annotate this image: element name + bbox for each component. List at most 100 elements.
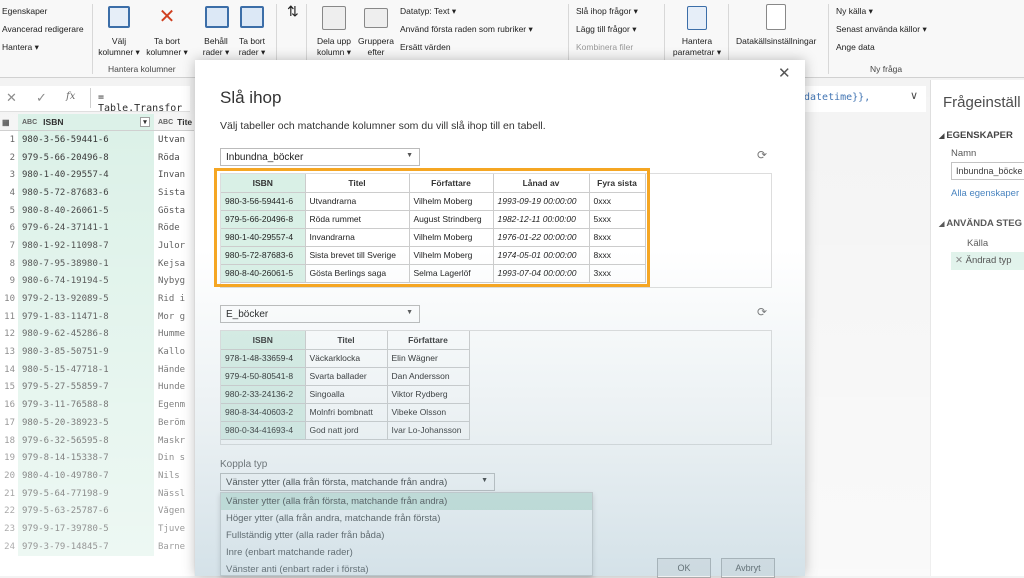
title-cell[interactable]: Invan [154, 170, 194, 180]
alla-egenskaper-link[interactable]: Alla egenskaper [951, 188, 1019, 199]
isbn-cell[interactable]: 980-5-72-87683-6 [18, 184, 154, 202]
egenskaper-button[interactable]: Egenskaper [2, 6, 47, 16]
isbn-cell[interactable]: 979-1-83-11471-8 [18, 307, 154, 326]
preview-refresh-icon[interactable]: ⟳ [757, 148, 767, 162]
isbn-cell[interactable]: 979-8-14-15338-7 [18, 449, 154, 468]
preview-refresh-icon[interactable]: ⟳ [757, 305, 767, 319]
formula-text[interactable]: = Table.Transfor [98, 92, 190, 114]
isbn-cell[interactable]: 979-3-11-76588-8 [18, 396, 154, 414]
title-cell[interactable]: Beröm [154, 418, 194, 428]
ny-kalla-button[interactable]: Ny källa ▾ [836, 6, 873, 17]
ta-bort-rader-button[interactable]: Ta bort rader ▾ [234, 36, 270, 58]
title-cell[interactable]: Nässl [154, 489, 194, 499]
title-cell[interactable]: Nils [154, 471, 194, 481]
isbn-cell[interactable]: 979-9-17-39780-5 [18, 520, 154, 538]
column-header[interactable]: ISBN [221, 331, 306, 350]
isbn-cell[interactable]: 980-1-92-11098-7 [18, 237, 154, 255]
title-cell[interactable]: Barne [154, 542, 194, 552]
valj-kolumner-button[interactable]: Välj kolumner ▾ [98, 36, 140, 58]
title-cell[interactable]: Egenm [154, 400, 194, 410]
step-kalla[interactable]: Källa [967, 238, 988, 249]
anvand-forsta-raden-button[interactable]: Använd första raden som rubriker ▾ [400, 24, 533, 35]
title-cell[interactable]: Nybyg [154, 276, 194, 286]
avancerad-redigerare-button[interactable]: Avancerad redigerare [2, 24, 84, 34]
sort-icon[interactable]: ⇅ [287, 4, 299, 18]
title-cell[interactable]: Mor g [154, 312, 194, 322]
title-cell[interactable]: Röda [154, 153, 194, 163]
cancel-button[interactable]: Avbryt [721, 558, 775, 578]
column-header[interactable]: Titel [305, 331, 388, 350]
ange-data-button[interactable]: Ange data [836, 42, 875, 52]
column-header[interactable]: Författare [387, 331, 470, 350]
isbn-cell[interactable]: 979-3-79-14845-7 [18, 537, 154, 556]
sla-ihop-fragor-button[interactable]: Slå ihop frågor ▾ [576, 6, 638, 17]
senast-anvanda-kallor-button[interactable]: Senast använda källor ▾ [836, 24, 927, 35]
hantera-button[interactable]: Hantera ▾ [2, 42, 39, 53]
isbn-cell[interactable]: 980-3-56-59441-6 [18, 131, 154, 149]
title-cell[interactable]: Maskr [154, 436, 194, 446]
title-cell[interactable]: Kejsa [154, 259, 194, 269]
isbn-cell[interactable]: 979-5-66-20496-8 [18, 148, 154, 167]
gruppera-efter-button[interactable]: Gruppera efter [356, 36, 396, 58]
title-cell[interactable]: Tjuve [154, 524, 194, 534]
join-option[interactable]: Fullständig ytter (alla rader från båda) [221, 527, 592, 544]
kombinera-filer-button[interactable]: Kombinera filer [576, 42, 633, 52]
title-cell[interactable]: Röde [154, 223, 194, 233]
behall-rader-button[interactable]: Behåll rader ▾ [198, 36, 234, 58]
column-header-titel[interactable]: ABC Tite [154, 117, 192, 127]
confirm-formula-icon[interactable]: ✓ [36, 90, 47, 106]
isbn-cell[interactable]: 979-5-27-55859-7 [18, 378, 154, 397]
datatyp-button[interactable]: Datatyp: Text ▾ [400, 6, 456, 17]
isbn-cell[interactable]: 979-5-63-25787-6 [18, 502, 154, 521]
isbn-cell[interactable]: 980-6-74-19194-5 [18, 272, 154, 291]
column-header-isbn[interactable]: ABC ISBN ▾ [18, 114, 154, 130]
isbn-cell[interactable]: 980-5-20-38923-5 [18, 414, 154, 432]
isbn-cell[interactable]: 979-5-64-77198-9 [18, 484, 154, 503]
isbn-cell[interactable]: 980-1-40-29557-4 [18, 166, 154, 185]
isbn-cell[interactable]: 979-6-32-56595-8 [18, 431, 154, 450]
second-table-select[interactable]: E_böcker ▼ [220, 305, 420, 323]
title-cell[interactable]: Humme [154, 329, 194, 339]
title-cell[interactable]: Kallo [154, 347, 194, 357]
first-table-select[interactable]: Inbundna_böcker ▼ [220, 148, 420, 166]
cancel-formula-icon[interactable]: ✕ [6, 90, 17, 106]
title-cell[interactable]: Vågen [154, 506, 194, 516]
title-cell[interactable]: Julor [154, 241, 194, 251]
title-cell[interactable]: Sista [154, 188, 194, 198]
join-option[interactable]: Vänster anti (enbart rader i första) [221, 561, 592, 578]
isbn-cell[interactable]: 979-2-13-92089-5 [18, 290, 154, 308]
title-cell[interactable]: Hände [154, 365, 194, 375]
datakallsinstallningar-button[interactable]: Datakällsinställningar [736, 36, 816, 46]
title-cell[interactable]: Din s [154, 453, 194, 463]
isbn-cell[interactable]: 980-9-62-45286-8 [18, 325, 154, 344]
close-icon[interactable]: ✕ [778, 64, 791, 82]
anvanda-steg-heading[interactable]: ◢ ANVÄNDA STEG [939, 218, 1022, 229]
join-type-select[interactable]: Vänster ytter (alla från första, matchan… [220, 473, 495, 491]
isbn-cell[interactable]: 980-5-15-47718-1 [18, 360, 154, 379]
isbn-cell[interactable]: 980-8-40-26061-5 [18, 201, 154, 220]
join-option[interactable]: Höger ytter (alla från andra, matchande … [221, 510, 592, 527]
ersatt-varden-button[interactable]: Ersätt värden [400, 42, 451, 52]
hantera-parametrar-button[interactable]: Hantera parametrar ▾ [670, 36, 724, 58]
egenskaper-heading[interactable]: ◢ EGENSKAPER [939, 130, 1013, 141]
lagg-till-fragor-button[interactable]: Lägg till frågor ▾ [576, 24, 637, 35]
filter-dropdown-icon[interactable]: ▾ [140, 117, 150, 127]
table-icon[interactable]: ▦ [0, 118, 18, 127]
isbn-cell[interactable]: 980-3-85-50751-9 [18, 343, 154, 361]
title-cell[interactable]: Hunde [154, 382, 194, 392]
title-cell[interactable]: Gösta [154, 206, 194, 216]
dela-upp-kolumn-button[interactable]: Dela upp kolumn ▾ [312, 36, 356, 58]
title-cell[interactable]: Rid i [154, 294, 194, 304]
isbn-cell[interactable]: 980-4-10-49780-7 [18, 467, 154, 485]
namn-input[interactable]: Inbundna_böcke [951, 162, 1024, 180]
isbn-cell[interactable]: 980-7-95-38980-1 [18, 254, 154, 273]
ta-bort-kolumner-button[interactable]: Ta bort kolumner ▾ [146, 36, 188, 58]
expand-formula-icon[interactable]: ∨ [910, 89, 918, 102]
ok-button[interactable]: OK [657, 558, 711, 578]
step-andrad-typ[interactable]: ✕ Ändrad typ [951, 252, 1024, 270]
join-option[interactable]: Inre (enbart matchande rader) [221, 544, 592, 561]
title-cell[interactable]: Utvan [154, 135, 194, 145]
delete-step-icon[interactable]: ✕ [955, 255, 966, 266]
isbn-cell[interactable]: 979-6-24-37141-1 [18, 219, 154, 238]
join-option[interactable]: Vänster ytter (alla från första, matchan… [221, 493, 592, 510]
